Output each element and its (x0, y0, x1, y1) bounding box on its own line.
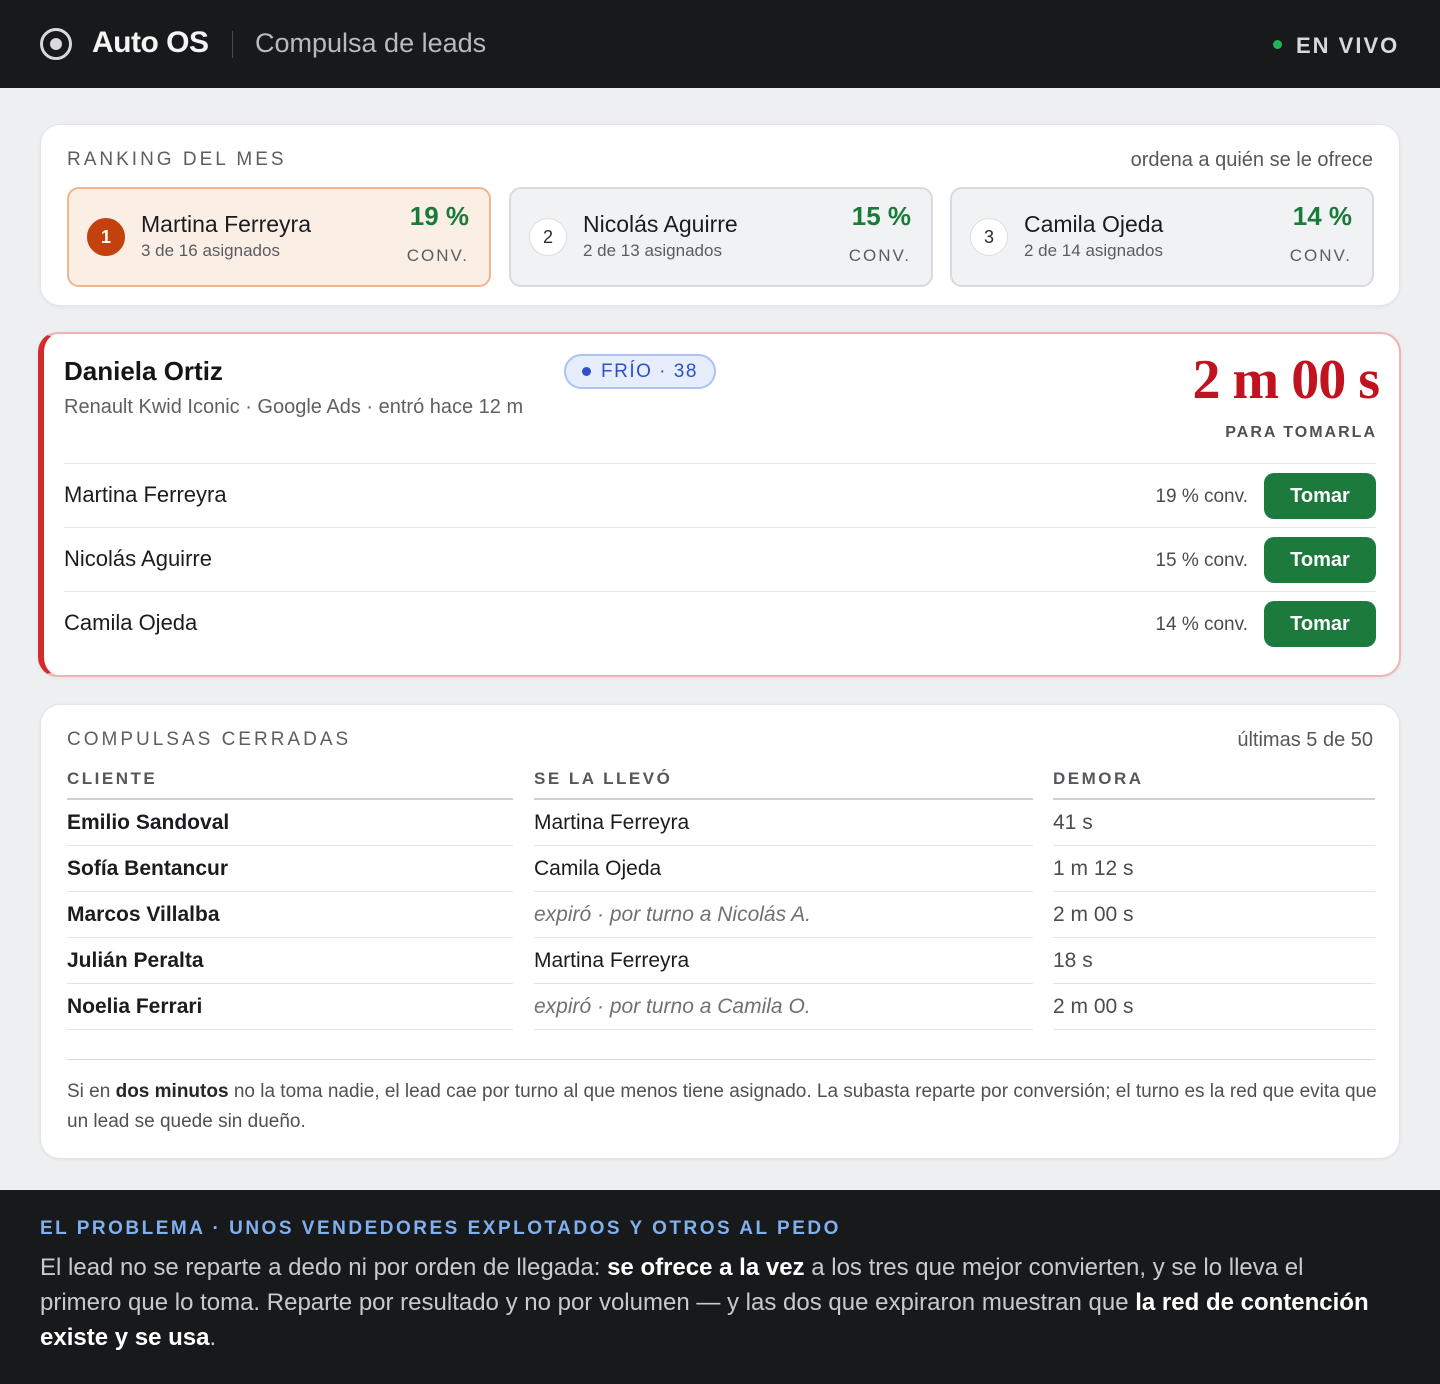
divider (67, 1059, 1375, 1060)
column-client: CLIENTE Emilio Sandoval Sofía Bentancur … (67, 767, 513, 1030)
app-name: Auto OS (92, 26, 209, 59)
live-status-dot-icon (1273, 40, 1282, 49)
table-cell-taker-expired: expiró · por turno a Camila O. (534, 984, 1033, 1030)
closed-leads-card: COMPULSAS CERRADAS últimas 5 de 50 CLIEN… (40, 704, 1400, 1159)
table-cell-delay: 2 m 00 s (1053, 984, 1375, 1030)
table-cell-client: Noelia Ferrari (67, 984, 513, 1030)
closed-hint: últimas 5 de 50 (1237, 729, 1373, 751)
table-cell-taker: Camila Ojeda (534, 846, 1033, 892)
take-lead-button[interactable]: Tomar (1264, 601, 1376, 647)
table-cell-taker: Martina Ferreyra (534, 938, 1033, 984)
offer-row: Camila Ojeda 14 % conv. Tomar (64, 591, 1376, 655)
column-delay: DEMORA 41 s 1 m 12 s 2 m 00 s 18 s 2 m 0… (1053, 767, 1375, 1030)
offer-row: Nicolás Aguirre 15 % conv. Tomar (64, 527, 1376, 591)
lead-meta: Renault Kwid Iconic · Google Ads · entró… (64, 396, 524, 418)
column-header: DEMORA (1053, 767, 1375, 800)
table-cell-taker-expired: expiró · por turno a Nicolás A. (534, 892, 1033, 938)
top-bar: Auto OS Compulsa de leads EN VIVO (0, 0, 1440, 88)
table-cell-client: Marcos Villalba (67, 892, 513, 938)
rank-conversion-label: CONV. (1289, 246, 1352, 265)
offer-seller-name: Nicolás Aguirre (64, 546, 212, 571)
ranking-title: RANKING DEL MES (67, 149, 287, 170)
ranking-item-1[interactable]: 1 Martina Ferreyra 3 de 16 asignados 19 … (67, 187, 491, 287)
problem-kicker: EL PROBLEMA · UNOS VENDEDORES EXPLOTADOS… (40, 1218, 841, 1239)
countdown-label: PARA TOMARLA (1225, 424, 1377, 441)
ranking-card: RANKING DEL MES ordena a quién se le ofr… (40, 124, 1400, 306)
rank-seller-name: Nicolás Aguirre (583, 211, 738, 237)
rank-assigned-count: 2 de 13 asignados (583, 241, 722, 260)
countdown-timer: 2 m 00 s (1192, 349, 1380, 411)
table-cell-delay: 18 s (1053, 938, 1375, 984)
rank-conversion-label: CONV. (406, 246, 469, 265)
table-cell-delay: 2 m 00 s (1053, 892, 1375, 938)
offer-seller-conversion: 14 % conv. (1155, 614, 1248, 635)
rank-assigned-count: 3 de 16 asignados (141, 241, 280, 260)
rank-conversion-label: CONV. (848, 246, 911, 265)
offer-seller-name: Camila Ojeda (64, 610, 198, 635)
rank-position-badge: 1 (87, 218, 125, 256)
take-lead-button[interactable]: Tomar (1264, 537, 1376, 583)
rank-position-badge: 2 (529, 218, 567, 256)
footnote: Si en dos minutos no la toma nadie, el l… (67, 1081, 1377, 1132)
lead-name: Daniela Ortiz (64, 356, 223, 386)
column-header: CLIENTE (67, 767, 513, 800)
table-cell-taker: Martina Ferreyra (534, 800, 1033, 846)
offer-row: Martina Ferreyra 19 % conv. Tomar (64, 463, 1376, 527)
column-header: SE LA LLEVÓ (534, 767, 1033, 800)
rank-conversion-pct: 19 % (409, 201, 469, 231)
record-icon (40, 28, 72, 60)
table-cell-delay: 1 m 12 s (1053, 846, 1375, 892)
problem-text: El lead no se reparte a dedo ni por orde… (40, 1254, 1369, 1351)
badge-dot-icon (582, 367, 591, 376)
ranking-hint: ordena a quién se le ofrece (1130, 149, 1373, 171)
page-subtitle: Compulsa de leads (255, 28, 487, 58)
offer-seller-conversion: 19 % conv. (1155, 486, 1248, 507)
rank-seller-name: Camila Ojeda (1024, 211, 1164, 237)
table-cell-delay: 41 s (1053, 800, 1375, 846)
table-cell-client: Emilio Sandoval (67, 800, 513, 846)
lead-temperature-label: FRÍO · 38 (601, 360, 698, 382)
ranking-item-3[interactable]: 3 Camila Ojeda 2 de 14 asignados 14 % CO… (950, 187, 1374, 287)
lead-temperature-badge: FRÍO · 38 (564, 354, 716, 389)
ranking-item-2[interactable]: 2 Nicolás Aguirre 2 de 13 asignados 15 %… (509, 187, 933, 287)
rank-conversion-pct: 15 % (851, 201, 911, 231)
offer-seller-conversion: 15 % conv. (1155, 550, 1248, 571)
rank-position-badge: 3 (970, 218, 1008, 256)
offer-seller-name: Martina Ferreyra (64, 482, 227, 507)
rank-assigned-count: 2 de 14 asignados (1024, 241, 1163, 260)
table-cell-client: Julián Peralta (67, 938, 513, 984)
problem-panel: EL PROBLEMA · UNOS VENDEDORES EXPLOTADOS… (0, 1190, 1440, 1384)
rank-seller-name: Martina Ferreyra (141, 211, 311, 237)
rank-conversion-pct: 14 % (1292, 201, 1352, 231)
column-taker: SE LA LLEVÓ Martina Ferreyra Camila Ojed… (534, 767, 1033, 1030)
table-cell-client: Sofía Bentancur (67, 846, 513, 892)
active-lead-card: Daniela Ortiz FRÍO · 38 Renault Kwid Ico… (38, 332, 1401, 677)
live-status-label: EN VIVO (1296, 33, 1400, 58)
header-divider (232, 31, 233, 58)
take-lead-button[interactable]: Tomar (1264, 473, 1376, 519)
closed-title: COMPULSAS CERRADAS (67, 729, 352, 750)
